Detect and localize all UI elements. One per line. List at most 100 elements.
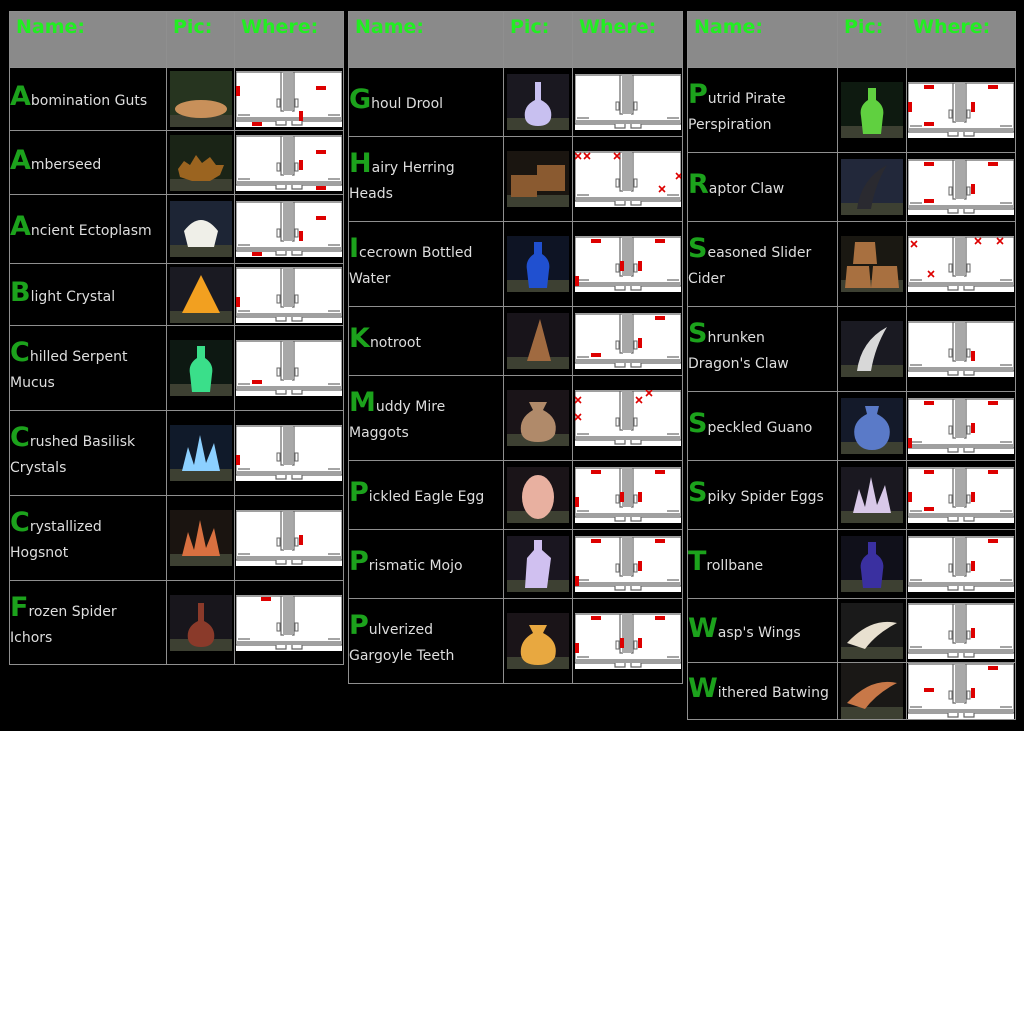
location-marker (590, 616, 601, 620)
ingredient-initial: B (10, 276, 31, 308)
ingredient-name-text: light Crystal (30, 288, 116, 305)
floor-map-icon (236, 134, 342, 191)
floor-map-icon (574, 151, 681, 207)
map-lower-ledge (909, 367, 1013, 371)
ingredient-name-text: aptor Claw (708, 181, 785, 197)
abomination-guts-icon (169, 71, 232, 127)
floor-map-icon (574, 236, 681, 292)
ingredient-initial: C (10, 337, 30, 368)
location-marker (971, 688, 975, 698)
location-marker (971, 423, 975, 433)
ingredient-row: Withered Batwing (687, 662, 1016, 720)
map-central-column (955, 468, 965, 507)
map-central-column (283, 511, 293, 550)
map-lower-ledge (909, 582, 1013, 586)
map-central-column (955, 322, 965, 361)
ingredient-row: Amberseed (9, 130, 344, 195)
ingredient-row: Pickled Eagle Egg (348, 460, 683, 530)
map-central-column (621, 152, 632, 191)
ingredient-location (906, 67, 1016, 153)
ingredient-name: Abomination Guts (9, 67, 167, 131)
map-central-column (283, 72, 293, 111)
ingredient-table-2: Name: Pic: Where: Ghoul Drool Hairy Herring H… (348, 11, 683, 684)
map-lower-ledge (909, 205, 1013, 209)
chilled-serpent-mucus-icon (169, 340, 232, 396)
ingredient-name: Muddy Mire Maggots (348, 375, 504, 461)
map-lower-ledge (909, 513, 1013, 517)
ingredient-picture (837, 391, 907, 461)
location-marker (924, 401, 934, 405)
map-central-column (621, 75, 632, 114)
ingredient-name: Putrid Pirate Perspiration (687, 67, 838, 153)
ingredient-row: Putrid Pirate Perspiration (687, 67, 1016, 153)
location-marker (252, 380, 262, 384)
location-marker (971, 627, 975, 638)
ingredient-location (572, 375, 683, 461)
ingredient-picture (837, 529, 907, 599)
ingredient-location (234, 67, 344, 131)
ingredient-picture (503, 375, 573, 461)
ingredient-picture (503, 67, 573, 137)
ingredient-name: Crystallized Hogsnot (9, 495, 167, 581)
ingredient-name-text: Cider (688, 271, 725, 287)
floor-map-icon (236, 266, 342, 323)
ingredient-initial: P (349, 477, 369, 508)
ingredient-row: Icecrown Bottled Water (348, 221, 683, 307)
floor-map-icon (574, 467, 681, 523)
ingredient-picture (837, 152, 907, 222)
location-marker (654, 616, 665, 620)
ingredient-initial: P (688, 79, 708, 110)
seasoned-slider-cider-icon (841, 236, 903, 292)
map-lower-ledge (237, 312, 341, 317)
ingredient-picture (166, 410, 235, 496)
location-marker (590, 539, 601, 543)
floor-map-icon (574, 74, 681, 130)
ingredient-name-text: Heads (349, 186, 393, 202)
ingredient-location (906, 598, 1016, 663)
ingredient-row: Knotroot (348, 306, 683, 376)
pic-ground (841, 646, 903, 659)
ingredient-picture (503, 136, 573, 222)
ingredient-location (572, 136, 683, 222)
ingredient-name: Chilled Serpent Mucus (9, 325, 167, 411)
location-marker (908, 102, 912, 112)
where-header: Where: (906, 11, 1016, 68)
ingredient-name-text: utrid Pirate (707, 91, 786, 107)
ingredient-initial: C (10, 507, 30, 538)
ingredient-location (906, 529, 1016, 599)
raptor-claw-icon (841, 159, 903, 215)
pic-header: Pic: (503, 11, 573, 68)
location-marker (590, 353, 601, 357)
ingredient-name: Ghoul Drool (348, 67, 504, 137)
ingredient-name: Pulverized Gargoyle Teeth (348, 598, 504, 684)
where-header: Where: (572, 11, 683, 68)
ingredient-row: Seasoned Slider Cider (687, 221, 1016, 307)
pic-ground (841, 365, 903, 377)
map-lower-ledge (237, 471, 341, 475)
ingredient-name: Frozen Spider Ichors (9, 580, 167, 665)
ingredient-picture (503, 598, 573, 684)
location-marker (654, 539, 665, 543)
location-marker (574, 576, 579, 586)
ingredient-name-text: bomination Guts (30, 93, 148, 109)
crushed-basilisk-crystals-icon (169, 425, 232, 481)
ingredient-name-text: Maggots (349, 425, 409, 441)
location-marker (988, 470, 998, 474)
ingredient-initial: C (10, 422, 30, 453)
location-marker (236, 86, 240, 96)
ingredient-initial: R (688, 169, 709, 200)
ghoul-drool-icon (507, 74, 569, 130)
map-lower-ledge (575, 120, 680, 124)
ingredient-row: Ancient Ectoplasm (9, 194, 344, 264)
floor-map-icon (574, 313, 681, 369)
map-central-column (955, 603, 965, 643)
ingredient-location (572, 67, 683, 137)
floor-map-icon (908, 467, 1014, 523)
floor-map-icon (908, 236, 1014, 292)
ingredient-picture (166, 67, 235, 131)
map-lower-ledge (575, 582, 680, 586)
header-row: Name: Pic: Where: (687, 11, 1016, 68)
ingredient-location (906, 152, 1016, 222)
wasps-wings-icon (841, 602, 903, 659)
ingredient-row: Crystallized Hogsnot (9, 495, 344, 581)
